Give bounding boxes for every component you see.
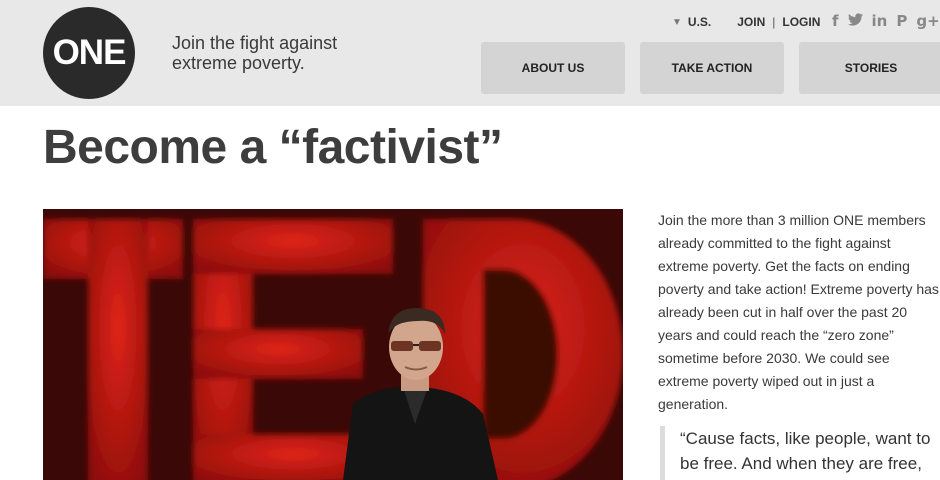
one-logo[interactable]: ONE	[43, 7, 135, 99]
join-link[interactable]: JOIN	[737, 15, 765, 29]
linkedin-icon[interactable]: in	[872, 12, 888, 30]
pinterest-icon[interactable]: P	[896, 12, 907, 30]
facebook-icon[interactable]: f	[832, 12, 839, 30]
hero-illustration	[43, 209, 623, 480]
nav-stories[interactable]: STORIES	[799, 42, 940, 94]
intro-paragraph: Join the more than 3 million ONE members…	[658, 212, 939, 412]
page-title: Become a “factivist”	[43, 121, 503, 174]
login-link[interactable]: LOGIN	[782, 15, 820, 29]
site-header: ONE Join the fight against extreme pover…	[0, 0, 940, 106]
utility-separator: |	[772, 15, 776, 29]
chevron-down-icon[interactable]: ▼	[672, 17, 682, 28]
utility-bar: ▼ U.S. JOIN | LOGIN	[672, 14, 820, 30]
social-links: f in P g+	[832, 12, 940, 30]
nav-about-us[interactable]: ABOUT US	[481, 42, 625, 94]
tagline: Join the fight against extreme poverty.	[172, 33, 338, 73]
nav-about-us-label: ABOUT US	[521, 61, 585, 75]
hero-image	[43, 209, 623, 480]
nav-take-action[interactable]: TAKE ACTION	[640, 42, 784, 94]
twitter-icon[interactable]	[847, 12, 863, 30]
nav-stories-label: STORIES	[844, 61, 898, 75]
pull-quote: “Cause facts, like people, want to be fr…	[660, 426, 940, 480]
region-selector[interactable]: U.S.	[688, 15, 711, 29]
logo-text: ONE	[52, 33, 127, 72]
googleplus-icon[interactable]: g+	[916, 12, 939, 30]
nav-take-action-label: TAKE ACTION	[671, 61, 753, 75]
